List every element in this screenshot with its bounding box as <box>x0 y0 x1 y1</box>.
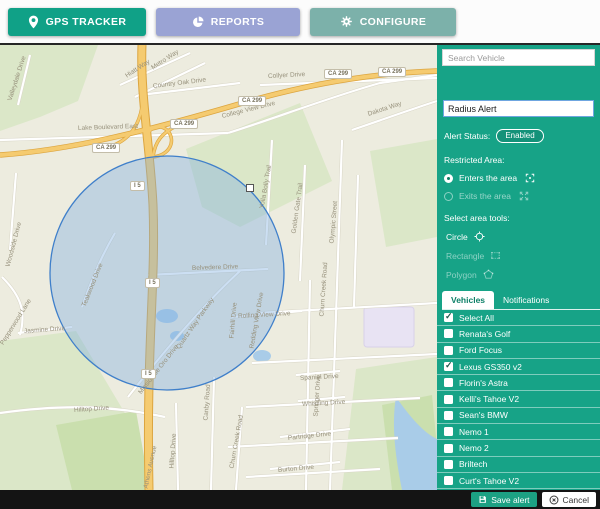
alert-status-label: Alert Status: <box>444 131 490 141</box>
vehicle-label: Curt's Tahoe V2 <box>459 476 519 486</box>
circle-tool-icon <box>474 231 485 242</box>
vehicle-label: Nemo 1 <box>459 427 489 437</box>
checkbox[interactable] <box>444 362 453 371</box>
tab-reports-label: REPORTS <box>211 16 265 28</box>
save-alert-label: Save alert <box>491 495 529 505</box>
tab-notifications[interactable]: Notifications <box>494 291 558 309</box>
vehicle-row[interactable]: Curt's Tahoe V2 <box>437 473 600 489</box>
checkbox[interactable] <box>444 411 453 420</box>
checkbox[interactable] <box>444 427 453 436</box>
vehicle-row[interactable]: Nemo 2 <box>437 440 600 456</box>
vehicle-row[interactable]: Kelli's Tahoe V2 <box>437 391 600 407</box>
rectangle-tool-icon <box>490 250 501 261</box>
vehicle-label: Sean's BMW <box>459 410 508 420</box>
search-vehicle-input[interactable] <box>442 49 595 66</box>
option-enters-label: Enters the area <box>459 173 517 183</box>
cancel-label: Cancel <box>563 495 589 505</box>
option-enters-area[interactable]: Enters the area <box>444 173 593 183</box>
checkbox[interactable] <box>444 460 453 469</box>
tool-polygon[interactable]: Polygon <box>446 269 593 280</box>
tool-rectangle-label: Rectangle <box>446 251 484 261</box>
tool-polygon-label: Polygon <box>446 270 477 280</box>
vehicle-label: Briltech <box>459 459 487 469</box>
alert-config-sidebar: Alert Status: Enabled Restricted Area: E… <box>437 45 600 490</box>
tool-circle-label: Circle <box>446 232 468 242</box>
tab-reports[interactable]: REPORTS <box>156 8 300 36</box>
tab-configure[interactable]: CONFIGURE <box>310 8 456 36</box>
enter-area-icon <box>525 173 535 183</box>
tab-gps-tracker-label: GPS TRACKER <box>46 16 127 28</box>
option-exits-label: Exits the area <box>459 191 511 201</box>
checkbox[interactable] <box>444 476 453 485</box>
tool-circle[interactable]: Circle <box>446 231 593 242</box>
circle-resize-handle[interactable] <box>246 184 254 192</box>
save-alert-button[interactable]: Save alert <box>471 492 536 507</box>
save-disk-icon <box>478 495 487 504</box>
vehicle-row[interactable]: Sean's BMW <box>437 408 600 424</box>
tool-rectangle[interactable]: Rectangle <box>446 250 593 261</box>
exit-area-icon <box>519 191 529 201</box>
map-panel[interactable]: Valleydale DriveHiatt WayMetro WayCountr… <box>0 45 437 490</box>
radio-exits-icon[interactable] <box>444 192 453 201</box>
cancel-circle-x-icon <box>549 495 559 505</box>
radio-enters-icon[interactable] <box>444 174 453 183</box>
checkbox[interactable] <box>444 329 453 338</box>
vehicle-label: Kelli's Tahoe V2 <box>459 394 519 404</box>
vehicle-row[interactable]: Lexus GS350 v2 <box>437 359 600 375</box>
map-pin-icon <box>28 15 39 29</box>
tab-gps-tracker[interactable]: GPS TRACKER <box>8 8 146 36</box>
alert-status-toggle[interactable]: Enabled <box>496 129 543 143</box>
area-tools-label: Select area tools: <box>444 213 593 223</box>
main-content: Valleydale DriveHiatt WayMetro WayCountr… <box>0 45 600 490</box>
gps-tracker-app: GPS TRACKER REPORTS CONFIGURE <box>0 0 600 509</box>
vehicle-label: Ford Focus <box>459 345 502 355</box>
checkbox[interactable] <box>444 395 453 404</box>
checkbox[interactable] <box>444 313 453 322</box>
vehicle-row[interactable]: Briltech <box>437 457 600 473</box>
vehicle-row[interactable]: Renata's Golf <box>437 326 600 342</box>
footer-bar: Save alert Cancel <box>0 490 600 509</box>
checkbox[interactable] <box>444 346 453 355</box>
mall-area <box>364 307 414 347</box>
checkbox[interactable] <box>444 444 453 453</box>
restricted-area-label: Restricted Area: <box>444 155 593 165</box>
checkbox[interactable] <box>444 378 453 387</box>
pie-chart-icon <box>192 16 204 28</box>
vehicle-label: Select All <box>459 313 494 323</box>
vehicle-row[interactable]: Nemo 1 <box>437 424 600 440</box>
alert-name-input[interactable] <box>443 100 594 117</box>
tab-vehicles[interactable]: Vehicles <box>442 291 494 309</box>
tab-configure-label: CONFIGURE <box>360 16 427 28</box>
cancel-button[interactable]: Cancel <box>542 492 596 507</box>
vehicle-row[interactable]: Florin's Astra <box>437 375 600 391</box>
vehicle-label: Lexus GS350 v2 <box>459 362 522 372</box>
polygon-tool-icon <box>483 269 494 280</box>
top-nav-bar: GPS TRACKER REPORTS CONFIGURE <box>0 0 600 45</box>
sidebar-tabs: Vehicles Notifications <box>442 291 600 310</box>
vehicle-label: Florin's Astra <box>459 378 508 388</box>
option-exits-area[interactable]: Exits the area <box>444 191 593 201</box>
vehicle-list: Select All Renata's Golf Ford Focus Lexu… <box>437 310 600 490</box>
alert-status-row: Alert Status: Enabled <box>444 129 593 143</box>
vehicle-label: Renata's Golf <box>459 329 510 339</box>
vehicle-label: Nemo 2 <box>459 443 489 453</box>
map-canvas[interactable] <box>0 45 437 490</box>
gear-icon <box>340 15 353 28</box>
vehicle-row-select-all[interactable]: Select All <box>437 310 600 326</box>
vehicle-row[interactable]: Ford Focus <box>437 343 600 359</box>
